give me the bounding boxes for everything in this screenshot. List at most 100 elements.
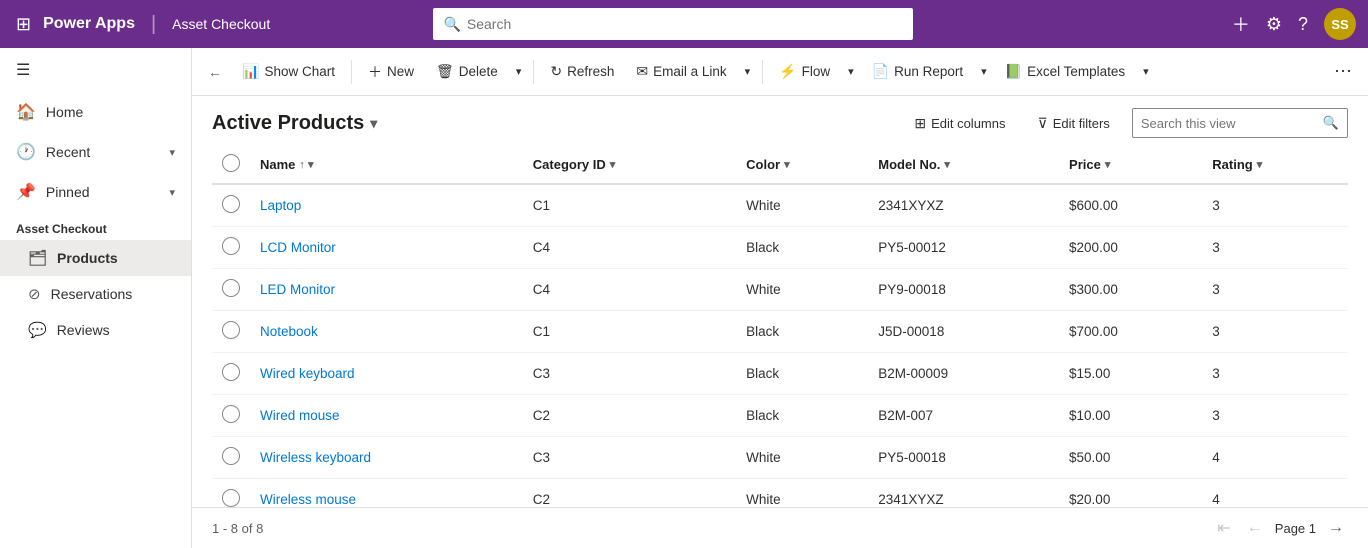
next-page-button[interactable]: → bbox=[1324, 517, 1348, 539]
settings-icon[interactable]: ⚙ bbox=[1266, 14, 1282, 35]
first-page-button[interactable]: ⇤ bbox=[1213, 516, 1234, 540]
cell-category: C2 bbox=[523, 395, 736, 437]
record-link[interactable]: Wireless mouse bbox=[260, 492, 356, 507]
avatar[interactable]: SS bbox=[1324, 8, 1356, 40]
search-view-icon: 🔍 bbox=[1323, 115, 1339, 131]
delete-chevron[interactable]: ▾ bbox=[510, 56, 528, 88]
row-checkbox[interactable] bbox=[222, 195, 240, 213]
sidebar-item-recent[interactable]: 🕐 Recent ▾ bbox=[0, 132, 191, 172]
cell-name[interactable]: Laptop bbox=[250, 184, 523, 227]
row-checkbox[interactable] bbox=[222, 489, 240, 507]
email-chevron[interactable]: ▾ bbox=[739, 56, 757, 88]
email-link-button[interactable]: ✉ Email a Link bbox=[626, 56, 736, 88]
cell-color: White bbox=[736, 184, 868, 227]
table-row[interactable]: Wireless mouse C2 White 2341XYXZ $20.00 … bbox=[212, 479, 1348, 508]
select-all-header[interactable] bbox=[212, 146, 250, 184]
record-link[interactable]: Wired keyboard bbox=[260, 366, 355, 381]
table-footer: 1 - 8 of 8 ⇤ ← Page 1 → bbox=[192, 507, 1368, 548]
edit-columns-button[interactable]: ⊞ Edit columns bbox=[904, 108, 1015, 138]
delete-button[interactable]: 🗑 Delete bbox=[426, 56, 508, 88]
row-checkbox[interactable] bbox=[222, 321, 240, 339]
add-button[interactable]: ＋ bbox=[1232, 11, 1250, 37]
search-view-box: 🔍 bbox=[1132, 108, 1348, 138]
row-checkbox[interactable] bbox=[222, 279, 240, 297]
record-link[interactable]: Wired mouse bbox=[260, 408, 340, 423]
flow-button[interactable]: ⚡ Flow bbox=[769, 56, 840, 88]
top-navigation: ⊞ Power Apps | Asset Checkout 🔍 ＋ ⚙ ? SS bbox=[0, 0, 1368, 48]
cell-color: White bbox=[736, 269, 868, 311]
cell-category: C3 bbox=[523, 437, 736, 479]
sidebar-toggle[interactable]: ☰ bbox=[0, 48, 191, 92]
cell-model: J5D-00018 bbox=[868, 311, 1059, 353]
table-row[interactable]: Wireless keyboard C3 White PY5-00018 $50… bbox=[212, 437, 1348, 479]
cell-rating: 3 bbox=[1202, 227, 1348, 269]
table-row[interactable]: Wired keyboard C3 Black B2M-00009 $15.00… bbox=[212, 353, 1348, 395]
table-row[interactable]: Laptop C1 White 2341XYXZ $600.00 3 bbox=[212, 184, 1348, 227]
flow-chevron[interactable]: ▾ bbox=[842, 56, 860, 88]
view-title-chevron-icon[interactable]: ▾ bbox=[370, 115, 377, 132]
reviews-icon: 💬 bbox=[28, 321, 47, 339]
cell-name[interactable]: LED Monitor bbox=[250, 269, 523, 311]
cell-name[interactable]: Wireless mouse bbox=[250, 479, 523, 508]
cell-name[interactable]: LCD Monitor bbox=[250, 227, 523, 269]
run-report-chevron[interactable]: ▾ bbox=[975, 56, 993, 88]
cell-category: C4 bbox=[523, 269, 736, 311]
new-icon: ＋ bbox=[368, 62, 382, 82]
cell-name[interactable]: Wireless keyboard bbox=[250, 437, 523, 479]
row-checkbox[interactable] bbox=[222, 363, 240, 381]
cell-price: $700.00 bbox=[1059, 311, 1202, 353]
select-all-checkbox[interactable] bbox=[222, 154, 240, 172]
show-chart-button[interactable]: 📊 Show Chart bbox=[232, 56, 345, 88]
cell-price: $50.00 bbox=[1059, 437, 1202, 479]
run-report-button[interactable]: 📄 Run Report bbox=[862, 56, 973, 88]
sidebar-item-pinned[interactable]: 📌 Pinned ▾ bbox=[0, 172, 191, 212]
grid-icon[interactable]: ⊞ bbox=[12, 10, 35, 39]
global-search-input[interactable] bbox=[467, 16, 904, 32]
cell-rating: 4 bbox=[1202, 479, 1348, 508]
cell-name[interactable]: Wired keyboard bbox=[250, 353, 523, 395]
sidebar-item-products[interactable]: 🗂 Products bbox=[0, 240, 191, 276]
col-header-rating[interactable]: Rating ▾ bbox=[1202, 146, 1348, 184]
new-button[interactable]: ＋ New bbox=[358, 56, 424, 88]
more-options-button[interactable]: ⋯ bbox=[1326, 56, 1360, 88]
table-row[interactable]: LED Monitor C4 White PY9-00018 $300.00 3 bbox=[212, 269, 1348, 311]
edit-filters-button[interactable]: ⊽ Edit filters bbox=[1027, 108, 1119, 138]
table-row[interactable]: Wired mouse C2 Black B2M-007 $10.00 3 bbox=[212, 395, 1348, 437]
email-icon: ✉ bbox=[636, 63, 648, 80]
sidebar-item-reservations[interactable]: ⊘ Reservations bbox=[0, 276, 191, 312]
sidebar-item-reviews[interactable]: 💬 Reviews bbox=[0, 312, 191, 348]
edit-columns-icon: ⊞ bbox=[914, 115, 926, 132]
sidebar-item-home[interactable]: 🏠 Home bbox=[0, 92, 191, 132]
excel-templates-button[interactable]: 📗 Excel Templates bbox=[995, 56, 1135, 88]
refresh-button[interactable]: ↻ Refresh bbox=[540, 56, 624, 88]
col-header-price[interactable]: Price ▾ bbox=[1059, 146, 1202, 184]
record-count: 1 - 8 of 8 bbox=[212, 521, 263, 536]
cell-category: C3 bbox=[523, 353, 736, 395]
row-checkbox-cell bbox=[212, 269, 250, 311]
help-icon[interactable]: ? bbox=[1298, 14, 1308, 35]
pagination: ⇤ ← Page 1 → bbox=[1213, 516, 1348, 540]
col-header-name[interactable]: Name ↑ ▾ bbox=[250, 146, 523, 184]
excel-chevron[interactable]: ▾ bbox=[1137, 56, 1155, 88]
back-button[interactable]: ← bbox=[200, 56, 230, 88]
row-checkbox[interactable] bbox=[222, 447, 240, 465]
record-link[interactable]: Wireless keyboard bbox=[260, 450, 371, 465]
cell-price: $300.00 bbox=[1059, 269, 1202, 311]
row-checkbox[interactable] bbox=[222, 237, 240, 255]
cell-name[interactable]: Notebook bbox=[250, 311, 523, 353]
col-header-color[interactable]: Color ▾ bbox=[736, 146, 868, 184]
table-row[interactable]: LCD Monitor C4 Black PY5-00012 $200.00 3 bbox=[212, 227, 1348, 269]
sort-name-icon: ↑ ▾ bbox=[299, 158, 313, 171]
record-link[interactable]: Notebook bbox=[260, 324, 318, 339]
row-checkbox[interactable] bbox=[222, 405, 240, 423]
record-link[interactable]: LED Monitor bbox=[260, 282, 335, 297]
col-header-category[interactable]: Category ID ▾ bbox=[523, 146, 736, 184]
record-link[interactable]: LCD Monitor bbox=[260, 240, 336, 255]
prev-page-button[interactable]: ← bbox=[1243, 517, 1267, 539]
table-row[interactable]: Notebook C1 Black J5D-00018 $700.00 3 bbox=[212, 311, 1348, 353]
cell-name[interactable]: Wired mouse bbox=[250, 395, 523, 437]
record-link[interactable]: Laptop bbox=[260, 198, 301, 213]
data-table: Name ↑ ▾ Category ID ▾ C bbox=[212, 146, 1348, 507]
search-view-input[interactable] bbox=[1141, 116, 1317, 131]
col-header-model[interactable]: Model No. ▾ bbox=[868, 146, 1059, 184]
